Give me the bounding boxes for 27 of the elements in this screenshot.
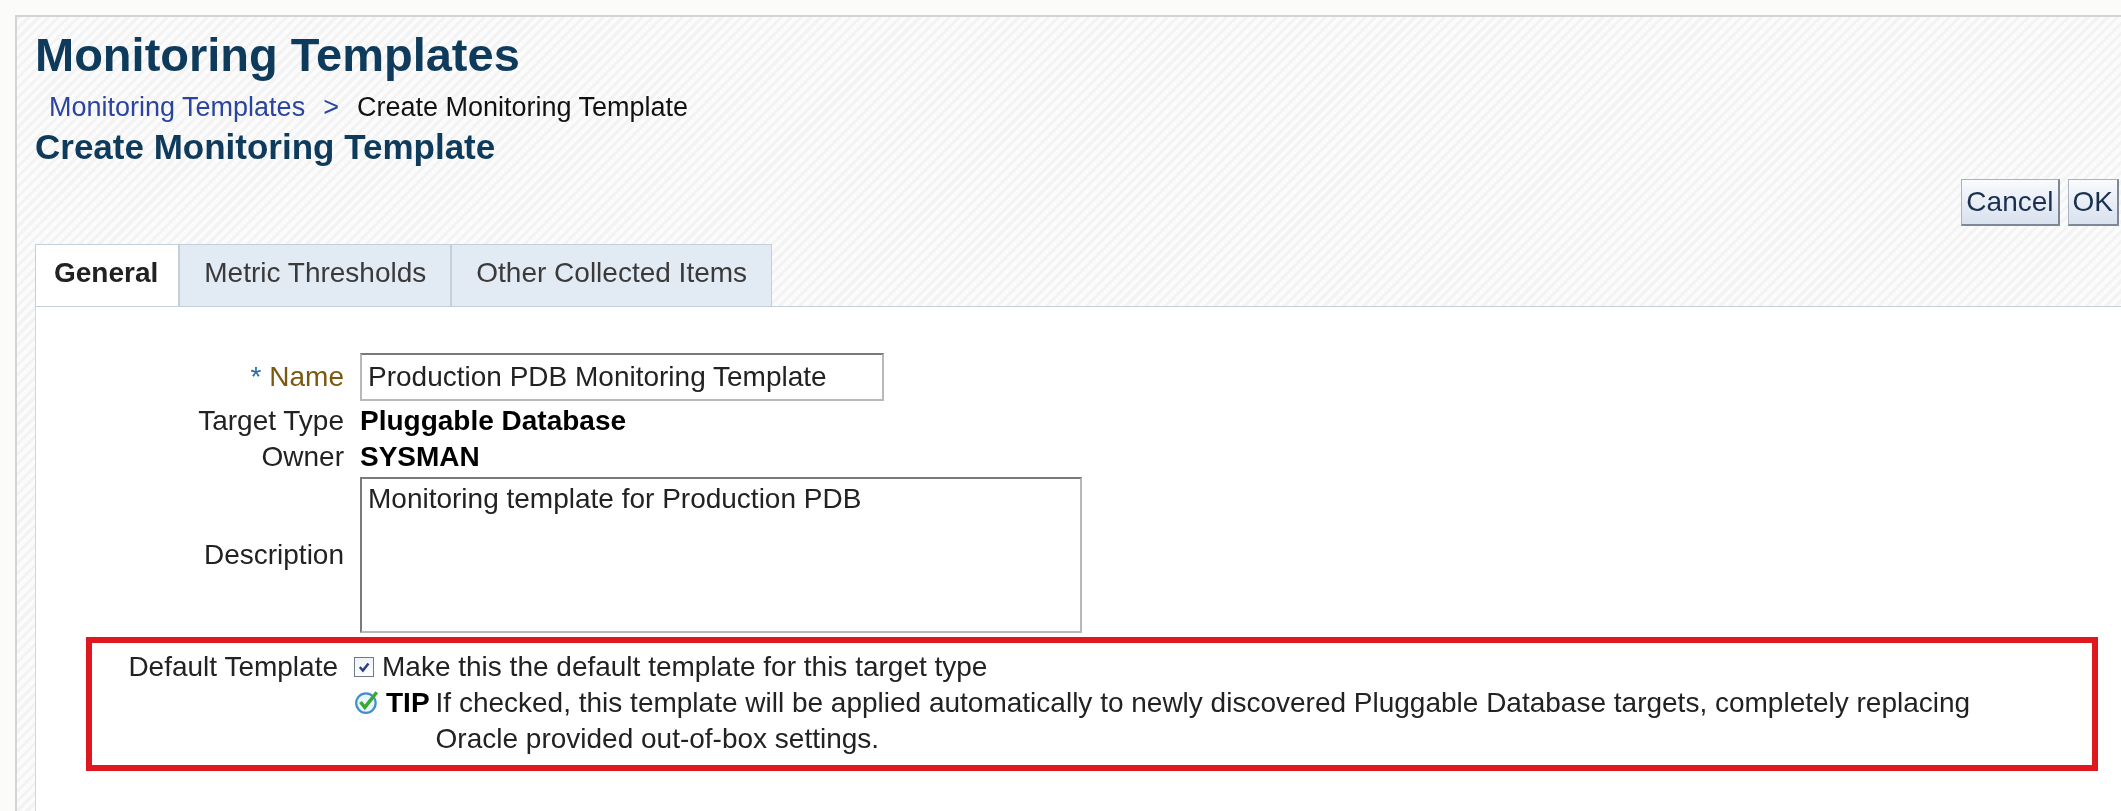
cancel-button[interactable]: Cancel xyxy=(1961,179,2060,226)
breadcrumb-link[interactable]: Monitoring Templates xyxy=(49,92,306,123)
check-circle-icon xyxy=(354,689,380,715)
tip-text: If checked, this template will be applied automatically to newly discovered Pluggable Database targets, completely replacing xyxy=(435,687,1971,719)
field-label: Name xyxy=(269,361,344,393)
section-title: Create Monitoring Template xyxy=(35,127,497,167)
checkmark-icon xyxy=(357,660,371,674)
checkbox-label: Make this the default template for this target type xyxy=(382,651,988,683)
target-type-value: Pluggable Database xyxy=(360,405,627,436)
name-field[interactable]: Production PDB Monitoring Template xyxy=(360,353,884,401)
ok-button[interactable]: OK xyxy=(2067,179,2119,226)
checkbox[interactable] xyxy=(354,657,374,677)
field-label: Target Type xyxy=(198,405,344,437)
tab[interactable]: Other Collected Items xyxy=(451,244,773,306)
field-label: Description xyxy=(203,539,344,571)
field-label: Default Template xyxy=(128,651,338,683)
breadcrumb-separator: > xyxy=(323,92,339,123)
description-field[interactable]: Monitoring template for Production PDB xyxy=(360,477,1082,633)
tab[interactable]: Metric Thresholds xyxy=(179,244,452,306)
tab[interactable]: General xyxy=(35,244,180,306)
tip-text: Oracle provided out-of-box settings. xyxy=(435,723,881,755)
breadcrumb-current: Create Monitoring Template xyxy=(356,92,689,123)
owner-value: SYSMAN xyxy=(360,441,480,472)
tip-label: TIP xyxy=(386,687,430,719)
page-title: Monitoring Templates xyxy=(35,27,521,82)
required-mark: * xyxy=(250,361,262,393)
field-label: Owner xyxy=(261,441,344,473)
